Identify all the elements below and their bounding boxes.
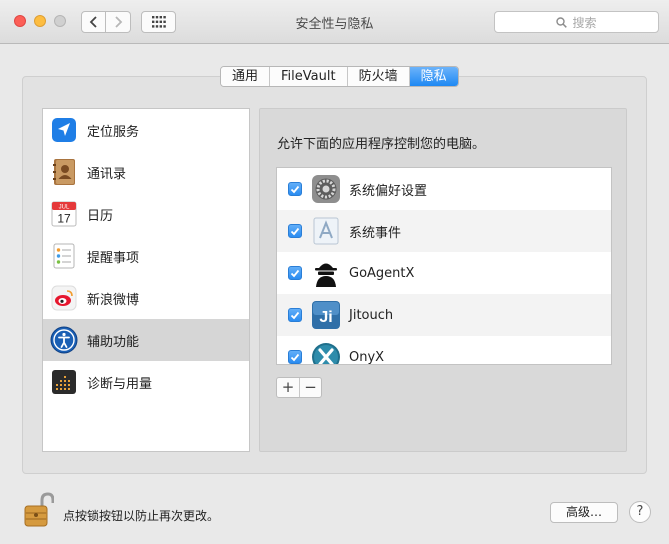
app-checkbox[interactable] (288, 266, 302, 280)
app-checkbox[interactable] (288, 224, 302, 238)
app-row-goagentx[interactable]: GoAgentX (277, 252, 611, 294)
app-name: GoAgentX (349, 265, 415, 281)
weibo-icon (50, 284, 78, 312)
jitouch-icon-text: Ji (319, 309, 332, 326)
app-name: 系统事件 (349, 225, 402, 241)
lock-button[interactable] (22, 492, 55, 528)
sidebar-item-contacts[interactable]: 通讯录 (43, 151, 249, 193)
contacts-book-icon (50, 158, 78, 186)
tab-bar: 通用 FileVault 防火墙 隐私 (220, 66, 459, 87)
app-checkbox[interactable] (288, 182, 302, 196)
calendar-month: JUL (59, 205, 70, 211)
checkmark-icon (290, 227, 300, 235)
sidebar-item-label: 通讯录 (87, 166, 127, 182)
sidebar-item-location-services[interactable]: 定位服务 (43, 109, 249, 151)
pane-prompt: 允许下面的应用程序控制您的电脑。 (277, 137, 486, 152)
tab-firewall[interactable]: 防火墙 (347, 67, 410, 86)
checkmark-icon (290, 353, 300, 361)
sidebar-item-diagnostics[interactable]: 诊断与用量 (43, 361, 249, 403)
sidebar-item-accessibility[interactable]: 辅助功能 (43, 319, 249, 361)
app-name: OnyX (349, 349, 385, 365)
reminders-list-icon (50, 242, 78, 270)
app-row-jitouch[interactable]: Ji Jitouch (277, 294, 611, 336)
help-button[interactable]: ? (629, 501, 651, 523)
calendar-icon: JUL 17 (50, 200, 78, 228)
checkmark-icon (290, 185, 300, 193)
location-arrow-icon (50, 116, 78, 144)
search-input[interactable]: 搜索 (494, 11, 659, 33)
sidebar-item-label: 新浪微博 (87, 292, 140, 308)
app-checkbox[interactable] (288, 350, 302, 364)
lock-open-icon (24, 492, 55, 527)
accessibility-icon (50, 326, 78, 354)
tab-general[interactable]: 通用 (221, 67, 271, 86)
onyx-icon (311, 342, 341, 364)
advanced-button[interactable]: 高级… (550, 502, 618, 523)
add-app-button[interactable]: + (277, 378, 299, 397)
app-name: 系统偏好设置 (349, 183, 428, 199)
jitouch-icon: Ji (311, 300, 341, 330)
sidebar-item-label: 提醒事项 (87, 250, 140, 266)
privacy-category-list: 定位服务 通讯录 JUL 17 日历 提醒事项 新浪微博 辅助功能 诊断与用量 (42, 108, 250, 452)
app-row-system-preferences[interactable]: 系统偏好设置 (277, 168, 611, 210)
remove-app-button[interactable]: − (299, 378, 321, 397)
app-name: Jitouch (349, 307, 394, 323)
app-row-onyx[interactable]: OnyX (277, 336, 611, 365)
lock-hint-text: 点按锁按钮以防止再次更改。 (63, 509, 220, 523)
app-row-system-events[interactable]: 系统事件 (277, 210, 611, 252)
sidebar-item-calendar[interactable]: JUL 17 日历 (43, 193, 249, 235)
system-preferences-icon (311, 174, 341, 204)
sidebar-item-label: 辅助功能 (87, 334, 140, 350)
diagnostics-icon (50, 368, 78, 396)
sidebar-item-reminders[interactable]: 提醒事项 (43, 235, 249, 277)
app-checkbox[interactable] (288, 308, 302, 322)
checkmark-icon (290, 311, 300, 319)
app-list[interactable]: 系统偏好设置 系统事件 GoAgentX Ji Jitouch OnyX (276, 167, 612, 365)
add-remove-control: + − (276, 377, 322, 398)
search-icon (556, 16, 568, 28)
sidebar-item-label: 诊断与用量 (87, 376, 153, 392)
search-placeholder: 搜索 (572, 15, 597, 30)
tab-privacy[interactable]: 隐私 (409, 67, 458, 86)
tab-filevault[interactable]: FileVault (270, 67, 348, 86)
sidebar-item-label: 定位服务 (87, 124, 140, 140)
system-events-icon (311, 216, 341, 246)
sidebar-item-weibo[interactable]: 新浪微博 (43, 277, 249, 319)
sidebar-item-label: 日历 (87, 208, 114, 224)
calendar-day: 17 (57, 212, 71, 226)
checkmark-icon (290, 269, 300, 277)
title-bar: 安全性与隐私 搜索 (0, 0, 669, 44)
goagentx-spy-icon (311, 258, 341, 288)
